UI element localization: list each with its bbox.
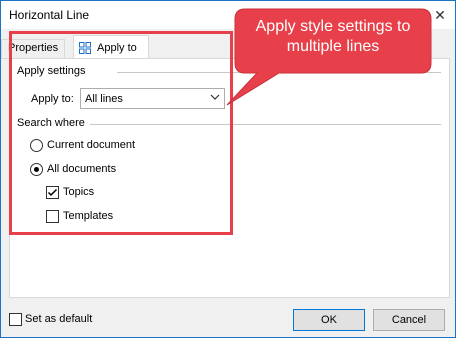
window-title: Horizontal Line <box>9 8 90 22</box>
callout-text: Apply style settings to multiple lines <box>255 18 411 55</box>
dialog-window: Horizontal Line ✕ Properties Apply to Ap… <box>0 0 456 338</box>
cancel-button-label: Cancel <box>391 314 427 326</box>
highlight-frame <box>9 31 233 235</box>
set-as-default-label[interactable]: Set as default <box>25 313 92 325</box>
ok-button[interactable]: OK <box>293 309 365 331</box>
ok-button-label: OK <box>321 314 337 326</box>
checkbox-set-as-default[interactable] <box>9 313 22 326</box>
cancel-button[interactable]: Cancel <box>373 309 445 331</box>
